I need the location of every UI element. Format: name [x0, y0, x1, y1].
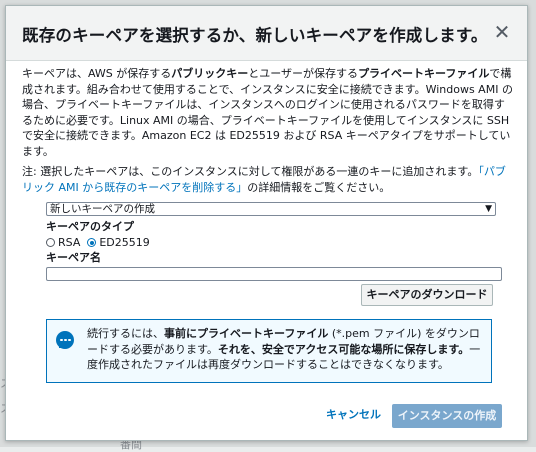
note-text: 注: 選択したキーペアは、このインスタンスに対して権限がある一連のキーに追加され…	[22, 164, 514, 195]
radio-rsa-label: RSA	[58, 236, 81, 249]
description-text: キーペアは、AWS が保存するパブリックキーとユーザーが保存するプライベートキー…	[22, 66, 514, 159]
download-key-pair-button[interactable]: キーペアのダウンロード	[361, 284, 493, 306]
modal-title: 既存のキーペアを選択するか、新しいキーペアを作成します。	[22, 26, 488, 45]
description-part: キーペアは、AWS が保存する	[22, 67, 172, 80]
info-part: それを、安全でアクセス可能な場所に保存します。	[217, 342, 470, 356]
chevron-down-icon: ▼	[485, 204, 492, 214]
info-alert: 続行するには、事前にプライベートキーファイル (*.pem ファイル) をダウン…	[46, 319, 492, 383]
key-name-input[interactable]	[46, 267, 502, 281]
description-part: で構成されます。組み合わせて使用することで、インスタンスに安全に接続できます。W…	[22, 67, 513, 158]
description-part: プライベートキーファイル	[358, 67, 490, 80]
modal-description: キーペアは、AWS が保存するパブリックキーとユーザーが保存するプライベートキー…	[22, 66, 514, 159]
key-name-label: キーペア名	[46, 251, 101, 264]
launch-instances-button[interactable]: インスタンスの作成	[392, 404, 502, 428]
cancel-button[interactable]: キャンセル	[326, 406, 381, 422]
key-pair-select[interactable]: 新しいキーペアの作成 ▼	[46, 202, 496, 216]
note-suffix: の詳細情報をご覧ください。	[247, 180, 391, 194]
key-type-radio-group: RSA ED25519	[46, 236, 150, 249]
chat-info-icon	[56, 331, 74, 349]
description-part: とユーザーが保存する	[248, 67, 359, 80]
note-prefix: 注: 選択したキーペアは、このインスタンスに対して権限がある一連のキーに追加され…	[22, 165, 479, 178]
info-part: 続行するには、	[87, 327, 164, 340]
radio-rsa[interactable]	[46, 238, 55, 247]
key-pair-select-value: 新しいキーペアの作成	[50, 203, 155, 215]
info-alert-text: 続行するには、事前にプライベートキーファイル (*.pem ファイル) をダウン…	[87, 326, 487, 373]
radio-ed25519-label: ED25519	[99, 236, 150, 249]
description-part: パブリックキー	[171, 67, 249, 80]
key-pair-modal: 既存のキーペアを選択するか、新しいキーペアを作成します。 ✕ キーペアは、AWS…	[5, 5, 528, 441]
radio-ed25519[interactable]	[87, 238, 97, 247]
modal-header: 既存のキーペアを選択するか、新しいキーペアを作成します。 ✕	[6, 6, 527, 61]
key-type-label: キーペアのタイプ	[46, 220, 134, 233]
info-part: 事前にプライベートキーファイル	[164, 327, 329, 340]
close-icon[interactable]: ✕	[491, 21, 513, 43]
